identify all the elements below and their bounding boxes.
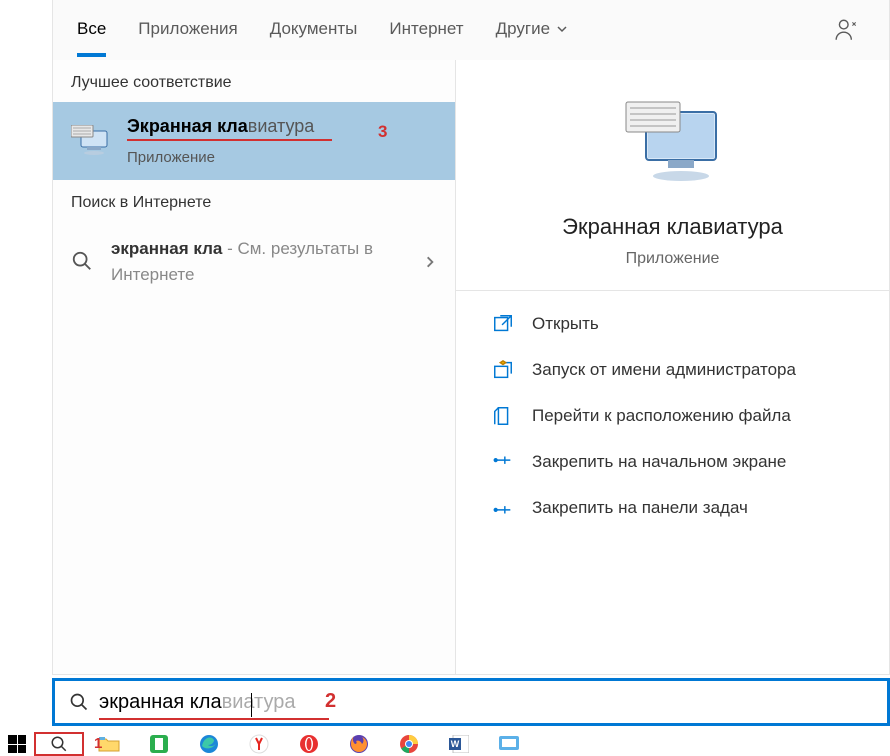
action-open-label: Открыть	[532, 314, 599, 334]
feedback-button[interactable]	[829, 12, 865, 48]
action-pin-taskbar-label: Закрепить на панели задач	[532, 498, 748, 518]
best-match-subtitle: Приложение	[127, 149, 437, 166]
best-match-text: Экранная клавиатура Приложение	[127, 116, 437, 166]
keyboard-app-large-icon	[618, 100, 728, 190]
taskbar-utility[interactable]	[484, 732, 534, 756]
best-match-title-bold: Экранная кла	[127, 116, 248, 136]
word-icon: W	[449, 735, 469, 753]
action-pin-start-label: Закрепить на начальном экране	[532, 452, 786, 472]
preview-title: Экранная клавиатура	[476, 214, 869, 240]
taskbar-explorer[interactable]	[84, 732, 134, 756]
annotation-2: 2	[325, 690, 336, 713]
start-button[interactable]	[0, 732, 34, 756]
web-search-text: экранная кла - См. результаты в Интернет…	[111, 236, 407, 287]
windows-logo-icon	[8, 735, 26, 753]
action-admin-label: Запуск от имени администратора	[532, 360, 796, 380]
taskbar-search-button[interactable]	[34, 732, 84, 756]
search-icon	[71, 250, 95, 274]
taskbar-yandex[interactable]	[234, 732, 284, 756]
utility-icon	[499, 736, 519, 752]
taskbar-opera[interactable]	[284, 732, 334, 756]
shield-icon	[492, 359, 514, 381]
best-match-header: Лучшее соответствие	[53, 60, 455, 102]
annotation-1: 1	[94, 735, 102, 752]
taskbar: W	[0, 732, 890, 756]
action-run-as-admin[interactable]: Запуск от имени администратора	[456, 347, 889, 393]
chevron-right-icon	[423, 255, 437, 269]
preview-subtitle: Приложение	[476, 250, 869, 268]
web-search-item[interactable]: экранная кла - См. результаты в Интернет…	[53, 222, 455, 301]
search-icon	[50, 735, 68, 753]
feedback-icon	[834, 17, 860, 43]
taskbar-word[interactable]: W	[434, 732, 484, 756]
chevron-down-icon	[556, 23, 568, 35]
open-icon	[492, 313, 514, 335]
yandex-icon	[249, 734, 269, 754]
taskbar-firefox[interactable]	[334, 732, 384, 756]
preview-header: Экранная клавиатура Приложение	[456, 100, 889, 290]
results-body: Лучшее соответствие Экранная клавиатура	[53, 60, 889, 674]
taskbar-app-green[interactable]	[134, 732, 184, 756]
annotation-3: 3	[378, 122, 387, 142]
tab-web[interactable]: Интернет	[389, 3, 463, 57]
tab-more[interactable]: Другие	[496, 3, 568, 57]
edge-icon	[199, 734, 219, 754]
search-icon	[69, 692, 89, 712]
app-icon	[150, 735, 168, 753]
opera-icon	[299, 734, 319, 754]
folder-icon	[492, 405, 514, 427]
best-match-item[interactable]: Экранная клавиатура Приложение 3	[53, 102, 455, 180]
web-search-header: Поиск в Интернете	[53, 180, 455, 222]
tab-more-label: Другие	[496, 19, 550, 39]
action-pin-start[interactable]: Закрепить на начальном экране	[456, 439, 889, 485]
tab-apps[interactable]: Приложения	[138, 3, 237, 57]
tab-all[interactable]: Все	[77, 3, 106, 57]
taskbar-edge[interactable]	[184, 732, 234, 756]
firefox-icon	[349, 734, 369, 754]
filter-tabs: Все Приложения Документы Интернет Другие	[53, 0, 889, 60]
results-left: Лучшее соответствие Экранная клавиатура	[53, 60, 455, 674]
action-open-location[interactable]: Перейти к расположению файла	[456, 393, 889, 439]
action-location-label: Перейти к расположению файла	[532, 406, 791, 426]
action-pin-taskbar[interactable]: Закрепить на панели задач	[456, 485, 889, 531]
pin-taskbar-icon	[492, 497, 514, 519]
action-open[interactable]: Открыть	[456, 301, 889, 347]
search-input-text: экранная клавиатура	[99, 691, 295, 714]
best-match-title-rest: виатура	[248, 116, 315, 136]
taskbar-chrome[interactable]	[384, 732, 434, 756]
svg-text:W: W	[451, 739, 460, 749]
chrome-icon	[399, 734, 419, 754]
keyboard-app-icon	[71, 125, 111, 157]
pin-start-icon	[492, 451, 514, 473]
preview-pane: Экранная клавиатура Приложение Открыть З…	[455, 60, 889, 674]
preview-actions: Открыть Запуск от имени администратора П…	[456, 290, 889, 541]
tab-documents[interactable]: Документы	[270, 3, 358, 57]
search-panel: Все Приложения Документы Интернет Другие…	[52, 0, 890, 675]
search-box[interactable]: экранная клавиатура	[52, 678, 890, 726]
